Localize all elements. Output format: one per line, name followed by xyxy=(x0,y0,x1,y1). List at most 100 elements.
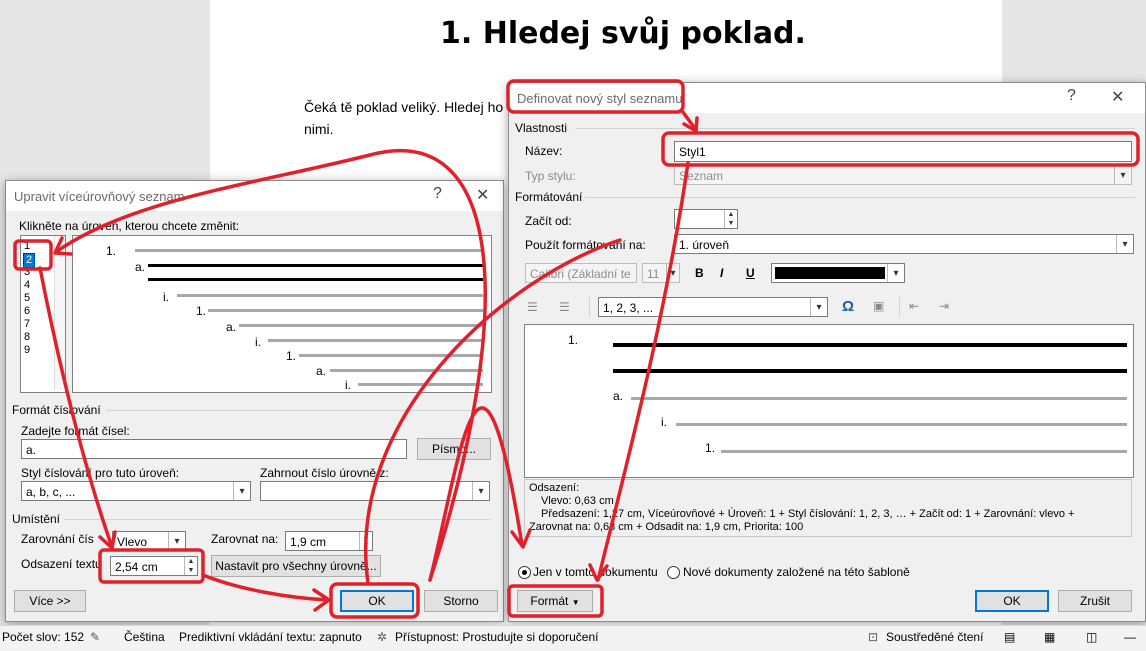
enter-format-label: Zadejte formát čísel: xyxy=(21,424,130,438)
level-list[interactable]: 1 2 3 4 5 6 7 8 9 xyxy=(20,235,66,393)
level-item[interactable]: 4 xyxy=(24,279,30,292)
chevron-down-icon: ▼ xyxy=(571,598,580,607)
increase-indent-icon[interactable]: ⇥ xyxy=(939,299,949,313)
help-button[interactable]: ? xyxy=(433,185,442,203)
preview-line xyxy=(135,249,483,252)
description-line: Zarovnat na: 0,63 cm + Odsadit na: 1,9 c… xyxy=(529,521,804,533)
language[interactable]: Čeština xyxy=(124,630,165,644)
preview-number: i. xyxy=(255,335,261,349)
spinner-arrows-icon[interactable]: ▲ ▼ xyxy=(724,210,737,228)
preview-line-selected xyxy=(148,264,483,267)
cancel-button[interactable]: Zrušit xyxy=(1058,590,1132,612)
decrease-indent-icon[interactable]: ⇤ xyxy=(909,299,919,313)
font-size-value: 11 xyxy=(647,267,660,281)
style-type-label: Typ stylu: xyxy=(525,169,576,183)
number-style-select[interactable]: 1, 2, 3, ... ▾ xyxy=(598,297,828,317)
font-button[interactable]: Písmo... xyxy=(417,438,491,460)
level-item[interactable]: 1 xyxy=(24,240,30,253)
level-item[interactable]: 5 xyxy=(24,292,30,305)
font-color-select[interactable]: ▾ xyxy=(771,263,905,283)
level-item[interactable]: 7 xyxy=(24,318,30,331)
define-new-list-style-dialog: Definovat nový styl seznamu ? ✕ Vlastnos… xyxy=(508,82,1146,622)
level-item[interactable]: 6 xyxy=(24,305,30,318)
focus-mode[interactable]: Soustředěné čtení xyxy=(886,630,983,644)
text-indent-spinner[interactable]: 2,54 cm ▲ ▼ xyxy=(110,556,198,576)
status-bar: Počet slov: 152 ✎ Čeština Prediktivní vk… xyxy=(0,625,1146,651)
read-mode-icon[interactable]: ▤ xyxy=(1004,630,1015,644)
preview-number: a. xyxy=(226,320,237,334)
preview-number: 1. xyxy=(106,244,117,258)
more-button[interactable]: Více >> xyxy=(14,590,86,612)
accessibility-status[interactable]: Přístupnost: Prostudujte si doporučení xyxy=(395,630,598,644)
preview-line xyxy=(330,369,483,372)
numbered-list-icon[interactable]: ☰ xyxy=(527,300,538,314)
web-layout-icon[interactable]: ◫ xyxy=(1086,630,1097,644)
word-count[interactable]: Počet slov: 152 xyxy=(2,630,84,644)
predictive-text-status[interactable]: Prediktivní vkládání textu: zapnuto xyxy=(179,630,362,644)
numbering-style-label: Styl číslování pro tuto úroveň: xyxy=(21,466,180,480)
name-label: Název: xyxy=(525,144,563,158)
document-body: Čeká tě poklad veliký. Hledej ho p nimi. xyxy=(304,96,524,140)
click-level-label: Klikněte na úroveň, kterou chcete změnit… xyxy=(19,219,240,233)
aligned-at-spinner[interactable]: 1,9 cm ▲ ▼ xyxy=(285,531,373,551)
italic-button[interactable]: I xyxy=(720,266,723,280)
preview-number: a. xyxy=(613,389,624,403)
level-item[interactable]: 3 xyxy=(24,266,30,279)
preview-number: a. xyxy=(135,260,146,274)
preview-line xyxy=(631,397,1127,400)
cancel-button[interactable]: Storno xyxy=(424,590,498,612)
start-at-label: Začít od: xyxy=(525,214,572,228)
radio-new-documents[interactable] xyxy=(667,566,680,579)
document-body-line2: nimi. xyxy=(304,121,334,137)
level-item[interactable]: 9 xyxy=(24,344,30,357)
formatting-section-title: Formátování xyxy=(515,190,583,204)
print-layout-icon[interactable]: ▦ xyxy=(1044,630,1055,644)
style-name-value: Styl1 xyxy=(679,145,706,159)
font-size-select[interactable]: 11 ▾ xyxy=(642,263,680,283)
bold-button[interactable]: B xyxy=(695,266,704,280)
preview-number: 1. xyxy=(196,304,207,318)
zoom-out-icon[interactable]: — xyxy=(1124,630,1136,644)
proofing-icon[interactable]: ✎ xyxy=(90,630,100,644)
number-format-input[interactable]: a. xyxy=(21,439,407,459)
preview-number: 1. xyxy=(286,349,297,363)
style-type-value: Seznam xyxy=(679,169,724,183)
insert-symbol-icon[interactable]: Ω xyxy=(842,298,854,315)
set-for-all-levels-button[interactable]: Nastavit pro všechny úrovně... xyxy=(211,555,381,577)
level-item[interactable]: 8 xyxy=(24,331,30,344)
include-level-select[interactable]: ▾ xyxy=(260,481,490,501)
preview-line-selected xyxy=(148,278,483,281)
style-description: Odsazení: Vlevo: 0,63 cm Předsazení: 1,2… xyxy=(524,479,1132,537)
apply-to-select[interactable]: 1. úroveň ▾ xyxy=(674,234,1134,254)
start-at-spinner[interactable]: ▲ ▼ xyxy=(674,209,738,229)
radio-this-document[interactable] xyxy=(518,566,531,579)
help-button[interactable]: ? xyxy=(1067,87,1076,105)
focus-icon[interactable]: ⊡ xyxy=(868,630,878,644)
ok-button[interactable]: OK xyxy=(975,590,1049,612)
format-menu-button[interactable]: Formát ▼ xyxy=(517,590,593,612)
alignment-select[interactable]: Vlevo ▾ xyxy=(112,531,186,551)
spinner-arrows-icon[interactable]: ▲ ▼ xyxy=(184,557,197,575)
preview-line xyxy=(676,423,1127,426)
insert-picture-icon[interactable]: ▣ xyxy=(873,299,884,313)
level-list-scrollbar[interactable] xyxy=(54,236,65,390)
ok-button[interactable]: OK xyxy=(340,590,414,612)
style-name-input[interactable]: Styl1 xyxy=(674,141,1132,162)
alignment-value: Vlevo xyxy=(117,535,148,549)
radio-new-documents-label[interactable]: Nové dokumenty založené na této šabloně xyxy=(683,565,910,579)
underline-button[interactable]: U xyxy=(746,266,755,280)
close-button[interactable]: ✕ xyxy=(1111,87,1124,107)
preview-number: 1. xyxy=(568,333,579,347)
chevron-down-icon: ▾ xyxy=(233,482,250,500)
text-indent-label: Odsazení textu xyxy=(21,557,102,571)
spinner-arrows-icon[interactable]: ▲ ▼ xyxy=(359,532,372,550)
numbering-style-select[interactable]: a, b, c, ... ▾ xyxy=(21,481,251,501)
radio-this-document-label[interactable]: Jen v tomto dokumentu xyxy=(533,565,658,579)
number-format-value: a. xyxy=(26,443,37,457)
chevron-down-icon: ▾ xyxy=(168,532,185,550)
toolbar-divider xyxy=(899,297,900,317)
font-name-select[interactable]: Calibri (Základní te xyxy=(525,263,637,283)
bulleted-list-icon[interactable]: ☰ xyxy=(559,300,570,314)
close-button[interactable]: ✕ xyxy=(476,185,489,205)
accessibility-icon[interactable]: ✲ xyxy=(377,630,387,644)
